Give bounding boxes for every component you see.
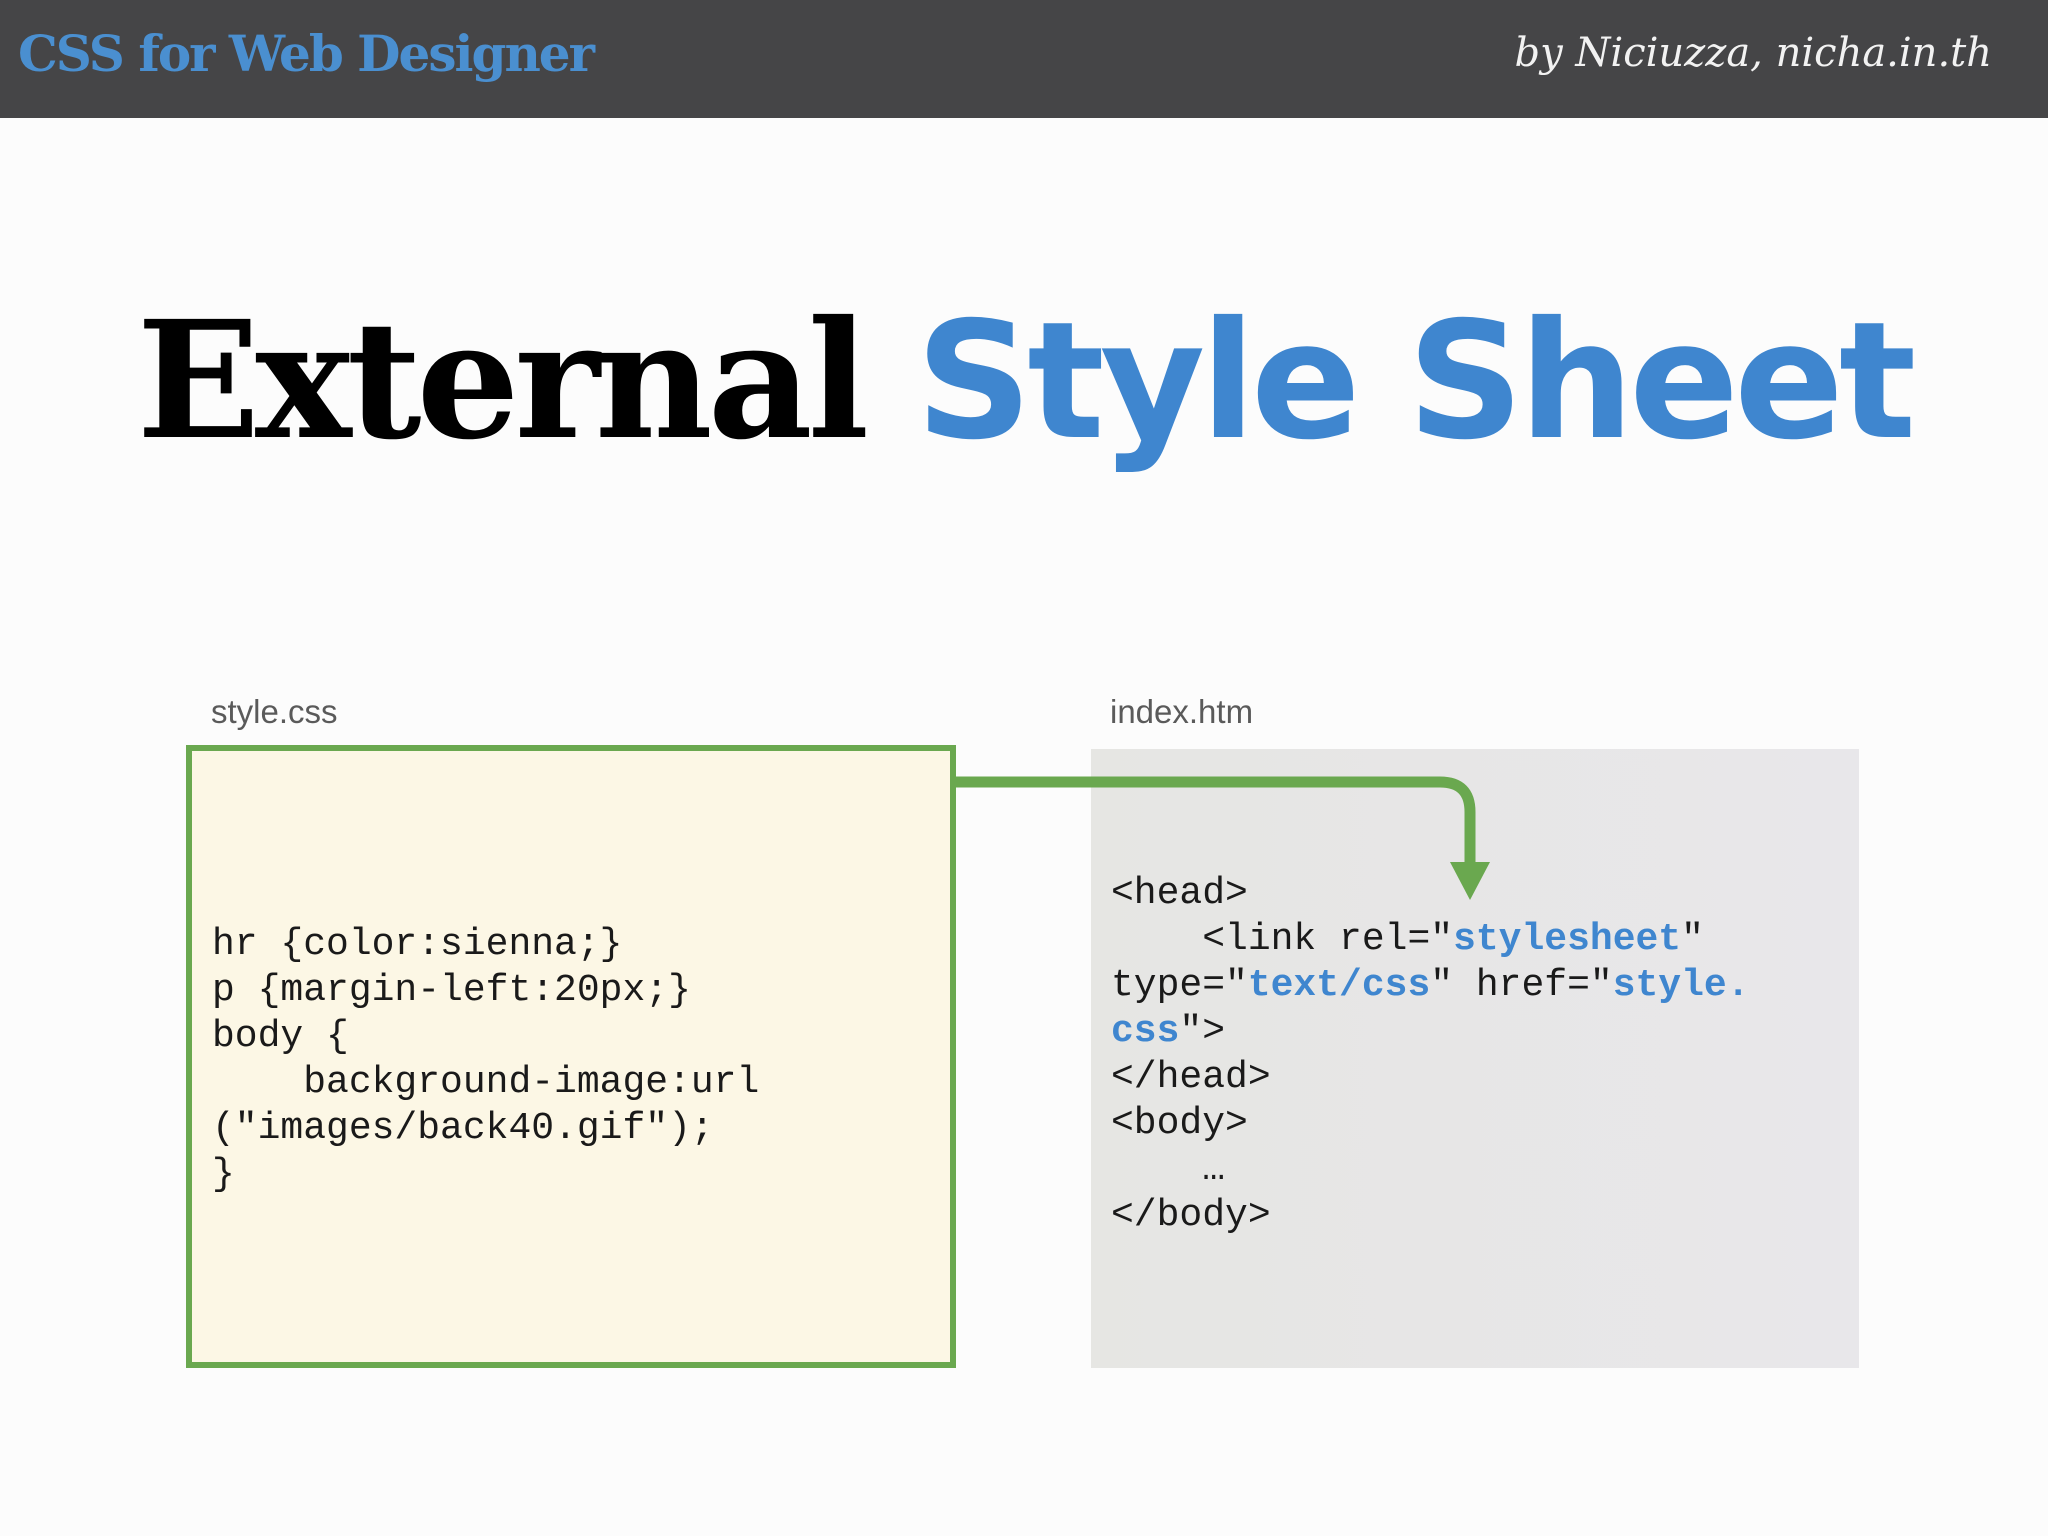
- title-style-sheet: Style Sheet: [915, 288, 1917, 476]
- css-line: background-image:url: [212, 1061, 760, 1104]
- course-title: CSS for Web Designer: [18, 24, 595, 83]
- htm-line-ellipsis: …: [1111, 1148, 1226, 1191]
- header-bar: CSS for Web Designer by Niciuzza, nicha.…: [0, 0, 2048, 118]
- rel-value: stylesheet: [1453, 918, 1682, 961]
- style-css-code-box: hr {color:sienna;} p {margin-left:20px;} b…: [186, 745, 956, 1368]
- slide-title: External Style Sheet: [0, 300, 2048, 463]
- htm-line-type: type="text/css" href="style.: [1111, 963, 1750, 1009]
- css-line: hr {color:sienna;}: [212, 923, 623, 966]
- link-close: ">: [1179, 1010, 1226, 1053]
- title-external: External: [136, 286, 870, 476]
- type-attr: type=": [1111, 964, 1248, 1007]
- href-attr: " href=": [1430, 964, 1613, 1007]
- htm-code-block: <head> <link rel="stylesheet" type="text/…: [1111, 871, 1750, 1239]
- href-value-part2: css: [1111, 1010, 1180, 1053]
- quote: ": [1681, 918, 1704, 961]
- author-credit: by Niciuzza, nicha.in.th: [1514, 30, 1992, 76]
- link-rel-attr: <link rel=": [1111, 918, 1454, 961]
- index-htm-code-box: <head> <link rel="stylesheet" type="text/…: [1091, 749, 1859, 1368]
- css-line: }: [212, 1153, 235, 1196]
- href-value-part1: style.: [1612, 964, 1750, 1007]
- style-css-label: style.css: [211, 693, 338, 730]
- htm-line-css: css">: [1111, 1009, 1750, 1055]
- css-code-block: hr {color:sienna;} p {margin-left:20px;} b…: [212, 922, 759, 1198]
- index-htm-label: index.htm: [1110, 693, 1254, 730]
- htm-line-head-close: </head>: [1111, 1056, 1271, 1099]
- css-line: ("images/back40.gif");: [212, 1107, 714, 1150]
- htm-line-head-open: <head>: [1111, 872, 1248, 915]
- htm-line-body-close: </body>: [1111, 1194, 1271, 1237]
- htm-line-link: <link rel="stylesheet": [1111, 917, 1750, 963]
- htm-line-body-open: <body>: [1111, 1102, 1248, 1145]
- css-line: p {margin-left:20px;}: [212, 969, 691, 1012]
- type-value: text/css: [1247, 964, 1431, 1007]
- css-line: body {: [212, 1015, 349, 1058]
